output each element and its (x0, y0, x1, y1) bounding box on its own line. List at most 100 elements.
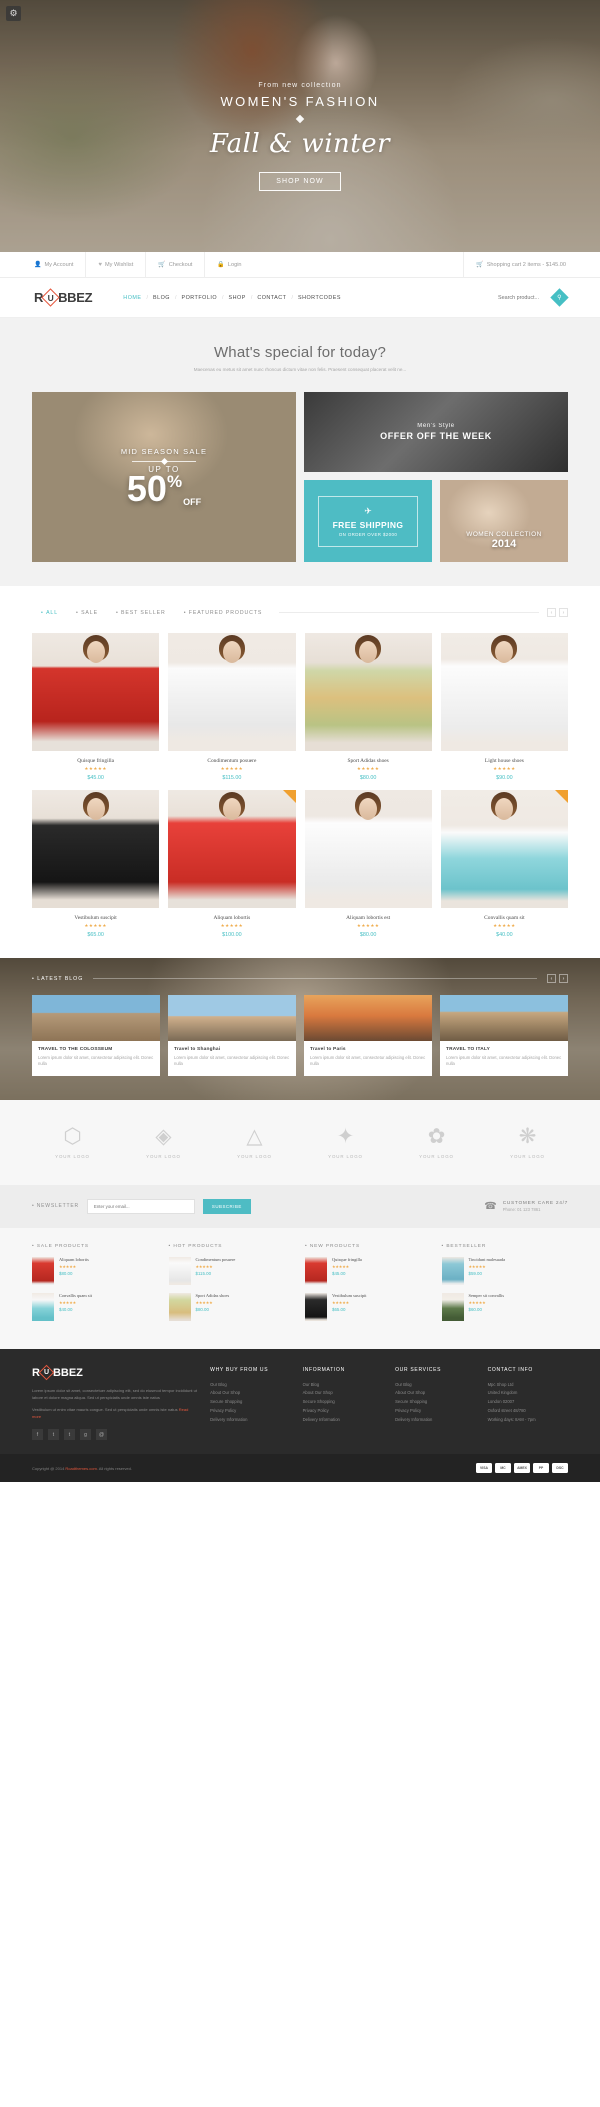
utility-link-checkout[interactable]: 🛒 Checkout (145, 251, 204, 278)
promo-free-shipping[interactable]: ✈ FREE SHIPPING ON ORDER OVER $2000 (304, 480, 432, 562)
widget-price: $80.00 (195, 1306, 209, 1312)
carousel-arrows: ‹ › (547, 608, 568, 617)
footer-link[interactable]: Our Blog (303, 1381, 383, 1390)
footer-logo-suffix: BBEZ (52, 1366, 83, 1379)
footer-logo[interactable]: R U BBEZ (32, 1364, 198, 1381)
widget-row[interactable]: Tincidunt malesuada ★★★★★ $59.00 (441, 1256, 569, 1285)
footer-link[interactable]: Delivery Information (395, 1416, 475, 1425)
footer-link[interactable]: Our Blog (395, 1381, 475, 1390)
widget-row[interactable]: Semper sit convallis ★★★★★ $60.00 (441, 1292, 569, 1321)
promo-overlay: Men's Style OFFER OFF THE WEEK (304, 392, 568, 472)
google-plus-icon[interactable]: g (80, 1429, 91, 1441)
product-card[interactable]: Quisque fringilla ★★★★★ $45.00 (32, 633, 160, 781)
widget-row[interactable]: Condimentum posuere ★★★★★ $115.00 (168, 1256, 296, 1285)
footer-link[interactable]: Delivery Information (210, 1416, 290, 1425)
chevron-left-icon[interactable]: ‹ (547, 974, 556, 983)
product-card[interactable]: Vestibulum suscipit ★★★★★ $65.00 (32, 790, 160, 938)
filter-sale[interactable]: • SALE (67, 610, 107, 616)
blog-card[interactable]: Travel to Paris Lorem ipsum dolor sit am… (304, 995, 432, 1076)
utility-link-my-account[interactable]: 👤 My Account (34, 252, 85, 278)
blog-card[interactable]: Travel to Shanghai Lorem ipsum dolor sit… (168, 995, 296, 1076)
blog-title: TRAVEL TO THE COLOSSEUM (38, 1047, 113, 1052)
product-card[interactable]: Sport Adidas shoes ★★★★★ $80.00 (304, 633, 432, 781)
utility-link-login[interactable]: 🔒 Login (204, 251, 253, 278)
site-logo[interactable]: R U BBEZ (34, 288, 93, 307)
product-card[interactable]: Light house shoes ★★★★★ $90.00 (440, 633, 568, 781)
nav-item-contact[interactable]: CONTACT (252, 295, 291, 301)
gear-icon[interactable]: ⚙ (6, 6, 21, 21)
widget-row[interactable]: Vestibulum suscipit ★★★★★ $65.00 (305, 1292, 432, 1321)
widget-row[interactable]: Sport Adidas shoes ★★★★★ $80.00 (168, 1292, 296, 1321)
footer-link[interactable]: Delivery Information (303, 1416, 383, 1425)
brand-logo-label: YOUR LOGO (146, 1153, 181, 1159)
chevron-right-icon[interactable]: › (559, 974, 568, 983)
promo-mens-style[interactable]: Men's Style OFFER OFF THE WEEK (304, 392, 568, 472)
product-card[interactable]: Aliquam lobortis est ★★★★★ $80.00 (304, 790, 432, 938)
promo-women-year: 2014 (491, 538, 517, 550)
footer-link[interactable]: Our Blog (210, 1381, 290, 1390)
brand-logo-item[interactable]: ⬡ YOUR LOGO (30, 1124, 115, 1159)
footer-link[interactable]: Secure Shopping (210, 1398, 290, 1407)
blog-card[interactable]: TRAVEL TO ITALY Lorem ipsum dolor sit am… (440, 995, 568, 1076)
product-card[interactable]: Aliquam lobortis ★★★★★ $100.00 (168, 790, 296, 938)
twitter-icon[interactable]: t (48, 1429, 59, 1441)
special-title: What's special for today? (213, 344, 387, 361)
promo-grid: MID SEASON SALE UP TO 50 % OFF Men's Sty… (0, 372, 600, 562)
chevron-left-icon[interactable]: ‹ (547, 608, 556, 617)
brand-logo-item[interactable]: ❋ YOUR LOGO (485, 1124, 570, 1159)
nav-item-shortcodes[interactable]: SHORTCODES (293, 295, 346, 301)
footer-link[interactable]: Secure Shopping (395, 1398, 475, 1407)
footer-link[interactable]: Secure Shopping (303, 1398, 383, 1407)
blog-title: Travel to Paris (310, 1047, 346, 1052)
widget-row[interactable]: Aliquam lobortis ★★★★★ $80.00 (32, 1256, 159, 1285)
footer-link[interactable]: Privacy Policy (303, 1407, 383, 1416)
product-price: $80.00 (359, 775, 377, 781)
newsletter-subscribe-button[interactable]: SUBSCRIBE (202, 1198, 251, 1214)
promo-shipping-box: ✈ FREE SHIPPING ON ORDER OVER $2000 (317, 495, 419, 547)
blog-image (168, 995, 296, 1041)
product-image (32, 633, 160, 751)
brand-logo-item[interactable]: ◈ YOUR LOGO (121, 1124, 206, 1159)
footer-link[interactable]: Privacy Policy (210, 1407, 290, 1416)
widget-row[interactable]: Quisque fringilla ★★★★★ $45.00 (305, 1256, 432, 1285)
filter-featured-products[interactable]: • FEATURED PRODUCTS (175, 610, 271, 616)
facebook-icon[interactable]: f (32, 1429, 43, 1441)
tumblr-icon[interactable]: t (64, 1429, 75, 1441)
footer-column-our-services: OUR SERVICES Our Blog About Our Shop Sec… (395, 1367, 475, 1441)
newsletter-email-input[interactable] (86, 1198, 195, 1214)
nav-item-shop[interactable]: SHOP (224, 295, 251, 301)
copyright-text: Copyright @ 2014 Roadthemes.com. All rig… (32, 1465, 132, 1471)
product-card[interactable]: Convallis quam sit ★★★★★ $40.00 (440, 790, 568, 938)
brand-logo-item[interactable]: ✦ YOUR LOGO (303, 1124, 388, 1159)
nav-item-home[interactable]: HOME (118, 295, 146, 301)
mastercard-card-icon: MC (495, 1463, 511, 1474)
product-card[interactable]: Condimentum posuere ★★★★★ $115.00 (168, 633, 296, 781)
nav-item-blog[interactable]: BLOG (148, 295, 175, 301)
promo-women-collection[interactable]: WOMEN COLLECTION 2014 (440, 480, 568, 562)
search-input[interactable] (498, 294, 546, 301)
promo-mid-season-sale[interactable]: MID SEASON SALE UP TO 50 % OFF (32, 392, 296, 562)
utility-link-my-wishlist[interactable]: ♥ My Wishlist (85, 251, 145, 278)
shop-now-button[interactable]: SHOP NOW (259, 172, 341, 191)
filter-all[interactable]: • ALL (32, 610, 67, 616)
copyright-brand[interactable]: Roadthemes.com (65, 1466, 96, 1471)
widget-hot-products: • HOT PRODUCTS Condimentum posuere ★★★★★… (168, 1244, 296, 1329)
footer-link[interactable]: Privacy Policy (395, 1407, 475, 1416)
instagram-icon[interactable]: @ (96, 1429, 107, 1441)
brand-logo-item[interactable]: △ YOUR LOGO (212, 1124, 297, 1159)
nav-item-portfolio[interactable]: PORTFOLIO (176, 295, 222, 301)
filter-best-seller[interactable]: • BEST SELLER (107, 610, 175, 616)
footer-link[interactable]: About Our Shop (303, 1389, 383, 1398)
widget-price: $80.00 (59, 1270, 73, 1276)
customer-care-block: ☎ CUSTOMER CARE 24/7 Phone: 01 123 7861 (484, 1201, 568, 1212)
footer-link[interactable]: About Our Shop (210, 1389, 290, 1398)
brand-logo-item[interactable]: ✿ YOUR LOGO (394, 1124, 479, 1159)
search-button[interactable]: ⚲ (550, 288, 569, 307)
brand-logo-label: YOUR LOGO (419, 1153, 454, 1159)
shopping-cart-summary[interactable]: 🛒 Shopping cart 2 items - $145.00 (463, 251, 566, 278)
chevron-right-icon[interactable]: › (559, 608, 568, 617)
blog-card[interactable]: TRAVEL TO THE COLOSSEUM Lorem ipsum dolo… (32, 995, 160, 1076)
widget-row[interactable]: Convallis quam sit ★★★★★ $40.00 (32, 1292, 159, 1321)
footer-link[interactable]: About Our Shop (395, 1389, 475, 1398)
footer-logo-middle-letter: U (43, 1369, 49, 1377)
